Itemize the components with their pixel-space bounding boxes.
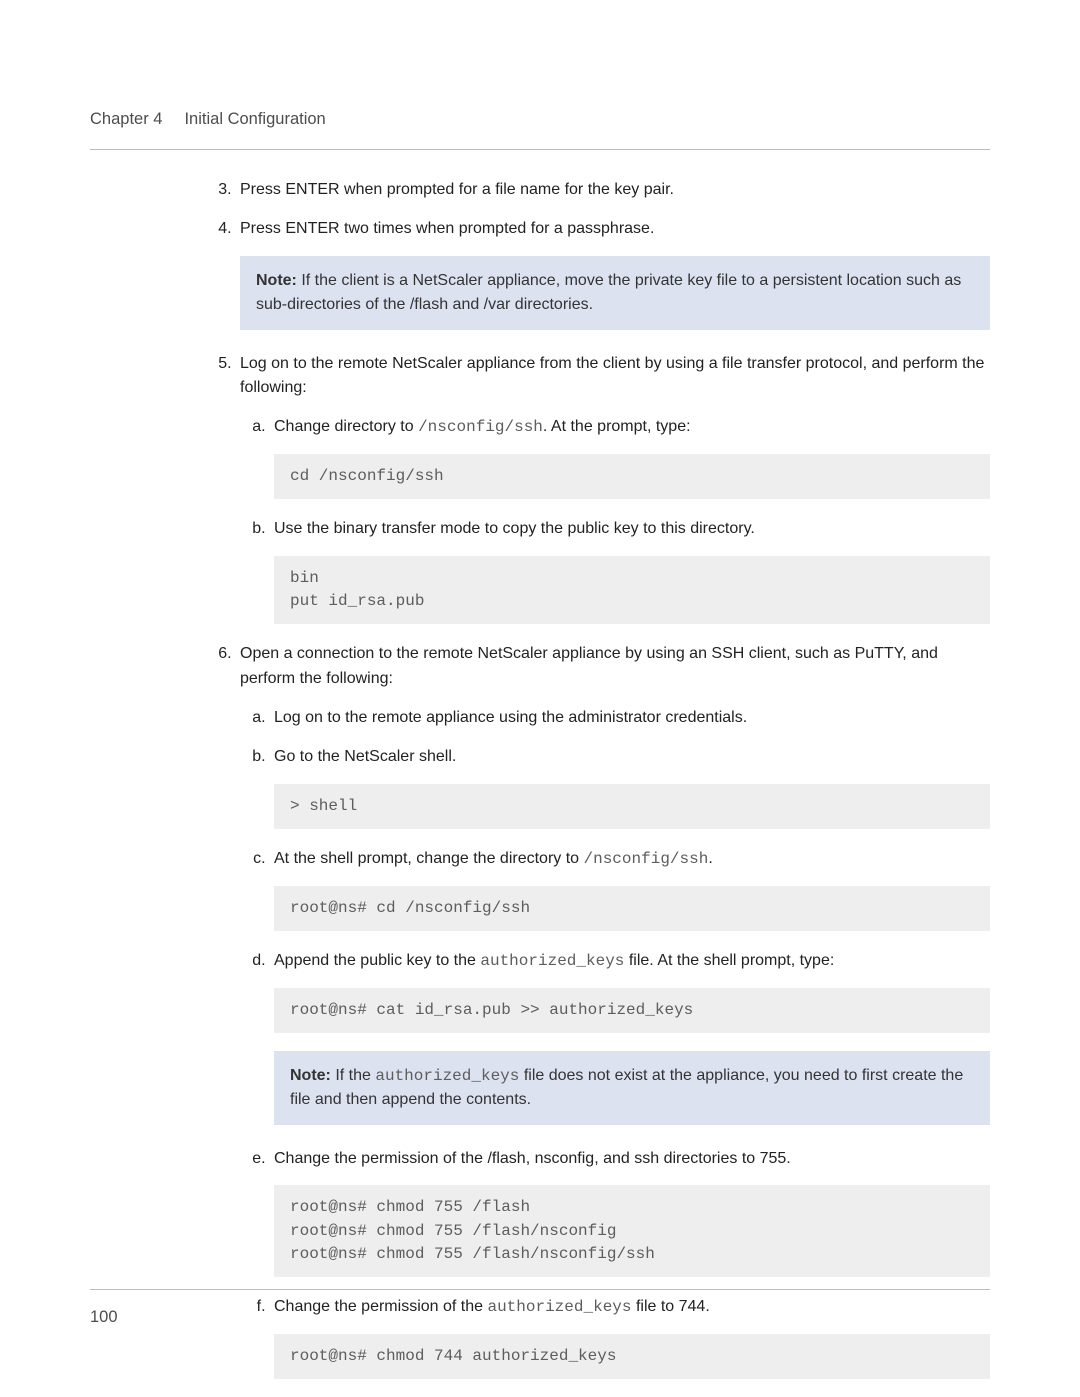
step-6c-pre: At the shell prompt, change the director… xyxy=(274,850,584,867)
code-block-6b: > shell xyxy=(274,784,990,829)
step-6b: Go to the NetScaler shell. > shell xyxy=(270,745,990,829)
note2-pre: If the xyxy=(331,1067,375,1084)
step-5a-post: . At the prompt, type: xyxy=(543,418,691,435)
code-block-6f: root@ns# chmod 744 authorized_keys xyxy=(274,1334,990,1379)
step-6-sublist: Log on to the remote appliance using the… xyxy=(240,706,990,1379)
note-text: If the client is a NetScaler appliance, … xyxy=(256,272,961,313)
note-box-1: Note: If the client is a NetScaler appli… xyxy=(240,256,990,330)
note-label-2: Note: xyxy=(290,1067,331,1084)
chapter-label: Chapter 4 xyxy=(90,110,162,129)
page-footer: 100 xyxy=(90,1289,990,1327)
note-label: Note: xyxy=(256,272,297,289)
step-5a-code-inline: /nsconfig/ssh xyxy=(418,418,543,436)
chapter-title: Initial Configuration xyxy=(184,110,325,129)
code-block-6c: root@ns# cd /nsconfig/ssh xyxy=(274,886,990,931)
page-header: Chapter 4 Initial Configuration xyxy=(90,110,990,150)
step-6c-post: . xyxy=(708,850,712,867)
procedure-list: Press ENTER when prompted for a file nam… xyxy=(210,178,990,1379)
step-5a: Change directory to /nsconfig/ssh. At th… xyxy=(270,415,990,499)
step-5-text: Log on to the remote NetScaler appliance… xyxy=(240,355,984,397)
note-box-2: Note: If the authorized_keys file does n… xyxy=(274,1051,990,1125)
step-6b-text: Go to the NetScaler shell. xyxy=(274,748,456,765)
step-6e-text: Change the permission of the /flash, nsc… xyxy=(274,1150,791,1167)
page-content: Press ENTER when prompted for a file nam… xyxy=(90,150,990,1379)
step-5a-pre: Change directory to xyxy=(274,418,418,435)
document-page: Chapter 4 Initial Configuration Press EN… xyxy=(0,0,1080,1397)
step-6d: Append the public key to the authorized_… xyxy=(270,949,990,1125)
code-block-6e: root@ns# chmod 755 /flash root@ns# chmod… xyxy=(274,1185,990,1277)
code-block-5a: cd /nsconfig/ssh xyxy=(274,454,990,499)
note2-code-inline: authorized_keys xyxy=(375,1067,519,1085)
step-4: Press ENTER two times when prompted for … xyxy=(236,217,990,330)
code-block-5b: bin put id_rsa.pub xyxy=(274,556,990,624)
code-block-6d: root@ns# cat id_rsa.pub >> authorized_ke… xyxy=(274,988,990,1033)
step-6: Open a connection to the remote NetScale… xyxy=(236,642,990,1379)
step-6d-code-inline: authorized_keys xyxy=(480,952,624,970)
step-6d-pre: Append the public key to the xyxy=(274,952,480,969)
step-6a: Log on to the remote appliance using the… xyxy=(270,706,990,731)
step-6e: Change the permission of the /flash, nsc… xyxy=(270,1147,990,1277)
step-6c-code-inline: /nsconfig/ssh xyxy=(584,850,709,868)
step-5b-text: Use the binary transfer mode to copy the… xyxy=(274,520,755,537)
step-5: Log on to the remote NetScaler appliance… xyxy=(236,352,990,625)
step-4-text: Press ENTER two times when prompted for … xyxy=(240,220,654,237)
step-5-sublist: Change directory to /nsconfig/ssh. At th… xyxy=(240,415,990,624)
step-3: Press ENTER when prompted for a file nam… xyxy=(236,178,990,203)
page-number: 100 xyxy=(90,1308,118,1326)
step-6-text: Open a connection to the remote NetScale… xyxy=(240,645,938,687)
step-6c: At the shell prompt, change the director… xyxy=(270,847,990,931)
step-5b: Use the binary transfer mode to copy the… xyxy=(270,517,990,624)
step-6d-post: file. At the shell prompt, type: xyxy=(624,952,834,969)
